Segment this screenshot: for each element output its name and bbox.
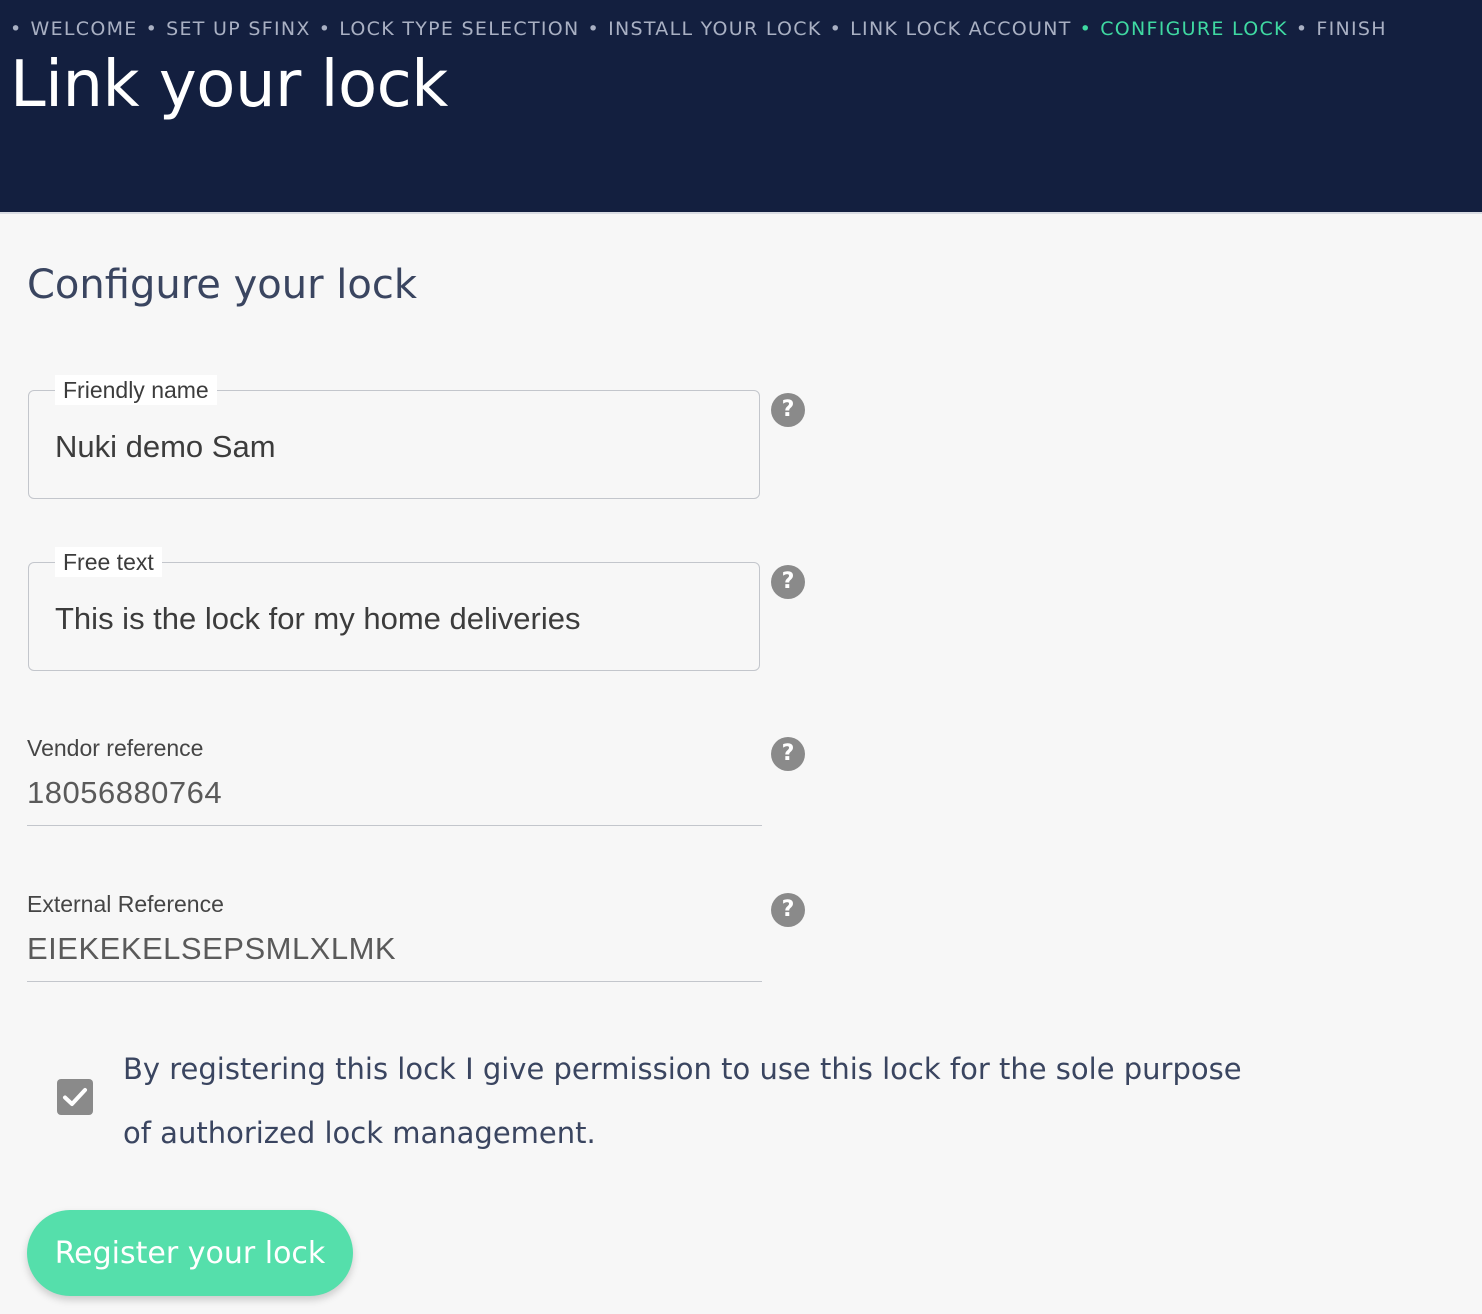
step-configure-lock[interactable]: CONFIGURE LOCK xyxy=(1100,18,1288,40)
step-bullet: • xyxy=(145,18,159,40)
free-text-value[interactable]: This is the lock for my home deliveries xyxy=(55,601,580,637)
question-circle-icon[interactable]: ? xyxy=(771,393,805,427)
register-lock-button[interactable]: Register your lock xyxy=(27,1210,353,1296)
vendor-reference-field[interactable]: Vendor reference 18056880764 xyxy=(27,735,762,826)
external-reference-field[interactable]: External Reference EIEKEKELSEPSMLXLMK xyxy=(27,891,762,982)
friendly-name-field[interactable]: Friendly name Nuki demo Sam xyxy=(28,375,760,499)
vendor-reference-label: Vendor reference xyxy=(27,735,204,761)
step-bullet: • xyxy=(318,18,332,40)
vendor-reference-value[interactable]: 18056880764 xyxy=(27,775,222,811)
step-bullet: • xyxy=(1295,18,1309,40)
consent-text: By registering this lock I give permissi… xyxy=(123,1052,1242,1150)
question-circle-icon[interactable]: ? xyxy=(771,893,805,927)
page-title: Link your lock xyxy=(10,48,448,122)
page-header: • WELCOME • SET UP SFINX • LOCK TYPE SELECTIO… xyxy=(0,0,1482,214)
friendly-name-label: Friendly name xyxy=(55,375,217,405)
progress-steps: • WELCOME • SET UP SFINX • LOCK TYPE SELECTIO… xyxy=(10,18,1387,40)
step-finish[interactable]: FINISH xyxy=(1316,18,1387,40)
step-link-lock-account[interactable]: LINK LOCK ACCOUNT xyxy=(850,18,1072,40)
step-set-up-sfinx[interactable]: SET UP SFINX xyxy=(166,18,311,40)
step-bullet: • xyxy=(587,18,601,40)
step-bullet: • xyxy=(829,18,843,40)
step-install-your-lock[interactable]: INSTALL YOUR LOCK xyxy=(608,18,822,40)
step-welcome[interactable]: WELCOME xyxy=(31,18,138,40)
step-bullet: • xyxy=(10,18,23,40)
free-text-field[interactable]: Free text This is the lock for my home d… xyxy=(28,547,760,671)
step-lock-type-selection[interactable]: LOCK TYPE SELECTION xyxy=(339,18,579,40)
external-reference-value[interactable]: EIEKEKELSEPSMLXLMK xyxy=(27,931,396,967)
free-text-label: Free text xyxy=(55,547,162,577)
consent-checkbox[interactable] xyxy=(57,1079,93,1115)
step-bullet-active: • xyxy=(1079,18,1093,40)
external-reference-label: External Reference xyxy=(27,891,224,917)
section-title: Configure your lock xyxy=(27,262,417,308)
friendly-name-value[interactable]: Nuki demo Sam xyxy=(55,429,276,465)
question-circle-icon[interactable]: ? xyxy=(771,737,805,771)
checkmark-icon xyxy=(63,1088,87,1106)
question-circle-icon[interactable]: ? xyxy=(771,565,805,599)
